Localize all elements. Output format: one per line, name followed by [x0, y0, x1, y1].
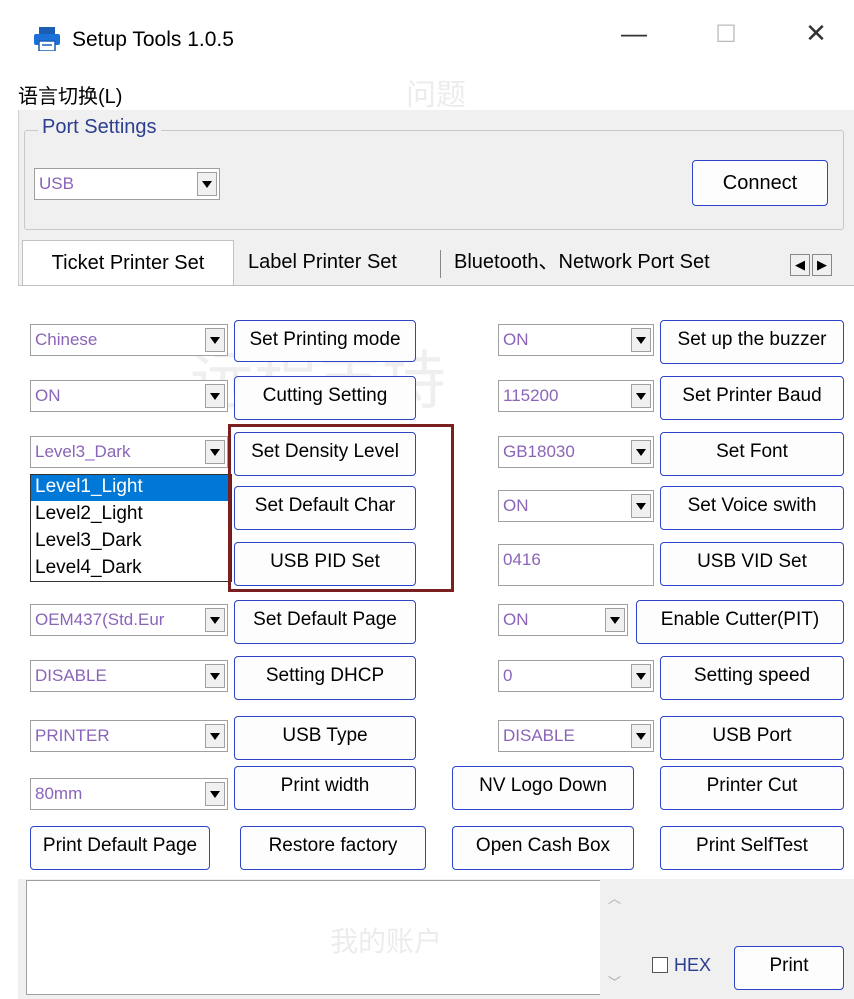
cutting-setting-button[interactable]: Cutting Setting — [234, 376, 416, 420]
baud-select[interactable]: 115200 — [498, 380, 654, 412]
default-page-select[interactable]: OEM437(Std.Eur — [30, 604, 228, 636]
tab-ticket-printer-set[interactable]: Ticket Printer Set — [22, 240, 234, 286]
set-printing-mode-button[interactable]: Set Printing mode — [234, 320, 416, 362]
window-title: Setup Tools 1.0.5 — [72, 28, 234, 51]
tab-scroll-left-icon[interactable]: ◀ — [790, 254, 810, 276]
port-select-value: USB — [39, 174, 74, 193]
output-textarea[interactable] — [26, 880, 628, 995]
scroll-up-icon[interactable]: ︿ — [608, 888, 621, 907]
cutter-select[interactable]: ON — [498, 604, 628, 636]
dropdown-option[interactable]: Level3_Dark — [31, 529, 231, 555]
watermark-text: 我的账户 — [330, 926, 443, 957]
dropdown-option[interactable]: Level4_Dark — [31, 556, 231, 582]
cutting-select[interactable]: ON — [30, 380, 228, 412]
chevron-down-icon[interactable] — [205, 724, 225, 748]
chevron-down-icon[interactable] — [205, 608, 225, 632]
speed-value: 0 — [503, 666, 513, 685]
chevron-down-icon[interactable] — [631, 440, 651, 464]
usb-port-value: DISABLE — [503, 726, 575, 745]
nv-logo-down-button[interactable]: NV Logo Down — [452, 766, 634, 810]
hex-checkbox[interactable] — [652, 957, 668, 973]
font-select[interactable]: GB18030 — [498, 436, 654, 468]
language-menu[interactable]: 语言切换(L) — [18, 80, 122, 109]
buzzer-select[interactable]: ON — [498, 324, 654, 356]
tab-label-printer-set[interactable]: Label Printer Set — [248, 240, 397, 284]
density-value: Level3_Dark — [35, 442, 131, 461]
usb-type-select[interactable]: PRINTER — [30, 720, 228, 752]
print-selftest-button[interactable]: Print SelfTest — [660, 826, 844, 870]
chevron-down-icon[interactable] — [631, 494, 651, 518]
print-default-page-button[interactable]: Print Default Page — [30, 826, 210, 870]
dropdown-option[interactable]: Level1_Light — [31, 475, 231, 501]
usb-vid-input[interactable]: 0416 — [498, 544, 654, 586]
watermark-text: 问题 — [406, 79, 466, 112]
cutting-value: ON — [35, 386, 61, 405]
dropdown-option[interactable]: Level2_Light — [31, 502, 231, 528]
usb-type-value: PRINTER — [35, 726, 110, 745]
set-default-page-button[interactable]: Set Default Page — [234, 600, 416, 644]
setting-dhcp-button[interactable]: Setting DHCP — [234, 656, 416, 700]
chevron-down-icon[interactable] — [205, 664, 225, 688]
maximize-button[interactable]: ☐ — [706, 20, 746, 49]
chevron-down-icon[interactable] — [205, 384, 225, 408]
voice-value: ON — [503, 496, 529, 515]
usb-port-button[interactable]: USB Port — [660, 716, 844, 760]
chevron-down-icon[interactable] — [197, 172, 217, 196]
setting-speed-button[interactable]: Setting speed — [660, 656, 844, 700]
port-select[interactable]: USB — [34, 168, 220, 200]
print-width-value: 80mm — [35, 784, 83, 803]
density-dropdown-list: Level1_Light Level2_Light Level3_Dark Le… — [30, 474, 232, 582]
tab-bluetooth-network[interactable]: Bluetooth、Network Port Set — [454, 240, 710, 284]
scroll-down-icon[interactable]: ﹀ — [608, 972, 621, 991]
vertical-scrollbar[interactable]: ︿ ﹀ — [600, 880, 628, 995]
speed-select[interactable]: 0 — [498, 660, 654, 692]
cutter-value: ON — [503, 610, 529, 629]
chevron-down-icon[interactable] — [205, 328, 225, 352]
highlight-box — [228, 424, 454, 592]
default-page-value: OEM437(Std.Eur — [35, 610, 165, 629]
chevron-down-icon[interactable] — [631, 328, 651, 352]
chevron-down-icon[interactable] — [205, 782, 225, 806]
set-printer-baud-button[interactable]: Set Printer Baud — [660, 376, 844, 420]
tab-divider — [440, 250, 441, 278]
print-width-select[interactable]: 80mm — [30, 778, 228, 810]
usb-port-select[interactable]: DISABLE — [498, 720, 654, 752]
connect-button[interactable]: Connect — [692, 160, 828, 206]
set-voice-button[interactable]: Set Voice swith — [660, 486, 844, 530]
chevron-down-icon[interactable] — [631, 724, 651, 748]
usb-vid-set-button[interactable]: USB VID Set — [660, 542, 844, 586]
printer-icon — [34, 27, 60, 52]
printer-cut-button[interactable]: Printer Cut — [660, 766, 844, 810]
print-button[interactable]: Print — [734, 946, 844, 990]
font-value: GB18030 — [503, 442, 575, 461]
baud-value: 115200 — [503, 386, 559, 405]
dhcp-select[interactable]: DISABLE — [30, 660, 228, 692]
port-settings-label: Port Settings — [38, 116, 161, 139]
chevron-down-icon[interactable] — [631, 384, 651, 408]
tab-scroll-right-icon[interactable]: ▶ — [812, 254, 832, 276]
print-width-button[interactable]: Print width — [234, 766, 416, 810]
buzzer-value: ON — [503, 330, 529, 349]
hex-label: HEX — [674, 955, 712, 975]
voice-select[interactable]: ON — [498, 490, 654, 522]
minimize-button[interactable]: — — [614, 18, 654, 49]
close-button[interactable]: ✕ — [796, 18, 836, 49]
dhcp-value: DISABLE — [35, 666, 107, 685]
chevron-down-icon[interactable] — [631, 664, 651, 688]
restore-factory-button[interactable]: Restore factory — [240, 826, 426, 870]
usb-type-button[interactable]: USB Type — [234, 716, 416, 760]
set-font-button[interactable]: Set Font — [660, 432, 844, 476]
enable-cutter-button[interactable]: Enable Cutter(PIT) — [636, 600, 844, 644]
printing-mode-value: Chinese — [35, 330, 98, 349]
set-buzzer-button[interactable]: Set up the buzzer — [660, 320, 844, 364]
chevron-down-icon[interactable] — [205, 440, 225, 464]
printing-mode-select[interactable]: Chinese — [30, 324, 228, 356]
open-cash-box-button[interactable]: Open Cash Box — [452, 826, 634, 870]
density-select[interactable]: Level3_Dark — [30, 436, 228, 468]
chevron-down-icon[interactable] — [605, 608, 625, 632]
